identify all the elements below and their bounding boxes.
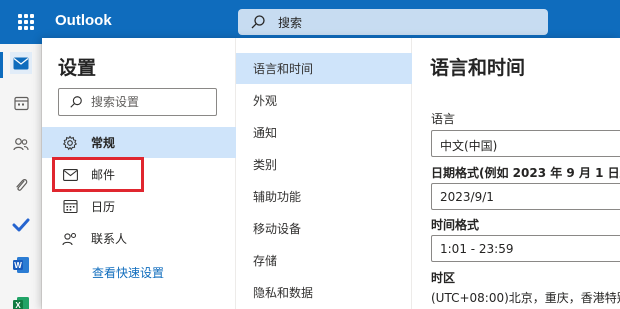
subnav-label: 辅助功能	[253, 190, 302, 204]
rail-mail[interactable]	[10, 52, 32, 74]
subnav-label: 存储	[253, 254, 278, 268]
settings-nav-label: 联系人	[91, 232, 128, 246]
language-time-content: 语言和时间 语言 中文(中国) 日期格式(例如 2023 年 9 月 1 日显 …	[412, 38, 620, 309]
date-format-value: 2023/9/1	[440, 190, 494, 204]
rail-calendar[interactable]	[10, 92, 32, 114]
subnav-label: 隐私和数据	[253, 286, 314, 300]
rail-word[interactable]: W	[10, 254, 32, 276]
settings-nav-label: 常规	[91, 136, 116, 150]
mail-icon	[13, 57, 29, 69]
settings-nav-general[interactable]: 常规	[42, 127, 236, 158]
view-quick-settings-link[interactable]: 查看快速设置	[92, 264, 164, 281]
search-placeholder: 搜索	[278, 16, 303, 30]
settings-nav: 设置 常规 邮件	[42, 38, 236, 309]
calendar-icon	[13, 96, 29, 110]
general-subnav: 语言和时间 外观 通知 类别 辅助功能 移动设备 存储 隐私和数据	[236, 38, 412, 309]
rail-attach[interactable]	[10, 174, 32, 196]
search-icon	[70, 96, 82, 108]
rail-todo[interactable]	[10, 214, 32, 236]
language-dropdown[interactable]: 中文(中国)	[431, 130, 620, 157]
gear-icon	[62, 135, 78, 151]
subnav-label: 移动设备	[253, 222, 302, 236]
subnav-item[interactable]: 外观	[236, 85, 412, 116]
people-icon	[62, 231, 78, 247]
word-icon: W	[13, 257, 29, 273]
app-title[interactable]: Outlook	[55, 12, 112, 29]
content-heading: 语言和时间	[430, 57, 526, 79]
subnav-label: 语言和时间	[253, 62, 314, 76]
settings-panel: 设置 常规 邮件	[42, 38, 620, 309]
subnav-item[interactable]: 通知	[236, 117, 412, 148]
subnav-item[interactable]: 隐私和数据	[236, 277, 412, 308]
timezone-label: 时区	[431, 271, 456, 285]
date-format-dropdown[interactable]: 2023/9/1	[431, 183, 620, 210]
search-box[interactable]: 搜索	[238, 9, 548, 35]
highlight-box	[52, 157, 144, 192]
time-format-label: 时间格式	[431, 218, 480, 232]
time-format-dropdown[interactable]: 1:01 - 23:59	[431, 235, 620, 262]
subnav-label: 外观	[253, 94, 278, 108]
rail-excel[interactable]: X	[10, 294, 32, 309]
subnav-item[interactable]: 存储	[236, 245, 412, 276]
people-icon	[13, 138, 29, 151]
rail-selected-indicator	[0, 52, 3, 78]
settings-nav-people[interactable]: 联系人	[42, 223, 236, 254]
settings-nav-calendar[interactable]: 日历	[42, 191, 236, 222]
subnav-item[interactable]: 移动设备	[236, 213, 412, 244]
app-rail: W X	[0, 44, 42, 309]
settings-nav-label: 日历	[91, 200, 116, 214]
settings-title: 设置	[58, 57, 97, 79]
subnav-item[interactable]: 语言和时间	[236, 53, 412, 84]
app-launcher-icon[interactable]	[18, 14, 34, 30]
rail-people[interactable]	[10, 133, 32, 155]
settings-search[interactable]	[58, 88, 217, 116]
date-format-label: 日期格式(例如 2023 年 9 月 1 日显	[431, 166, 620, 180]
language-label: 语言	[431, 112, 456, 126]
svg-text:W: W	[14, 261, 22, 270]
time-format-value: 1:01 - 23:59	[440, 242, 514, 256]
subnav-item[interactable]: 类别	[236, 149, 412, 180]
settings-search-input[interactable]	[91, 93, 211, 111]
language-value: 中文(中国)	[440, 139, 498, 153]
timezone-value[interactable]: (UTC+08:00)北京，重庆，香港特别	[431, 289, 620, 306]
subnav-item[interactable]: 辅助功能	[236, 181, 412, 212]
svg-text:X: X	[15, 301, 21, 309]
calendar-icon	[62, 199, 78, 215]
attach-icon	[16, 178, 28, 191]
todo-icon	[12, 218, 30, 232]
excel-icon: X	[13, 297, 29, 309]
subnav-label: 类别	[253, 158, 278, 172]
search-icon	[251, 15, 265, 29]
subnav-label: 通知	[253, 126, 278, 140]
